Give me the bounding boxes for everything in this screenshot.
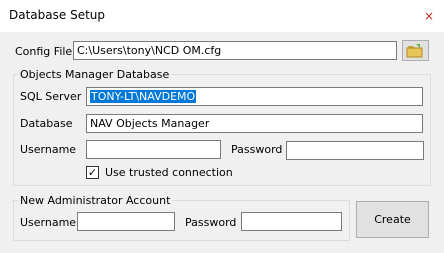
database-field[interactable]: NAV Objects Manager bbox=[86, 114, 423, 133]
close-icon: × bbox=[423, 9, 435, 23]
sql-server-field[interactable]: TONY-LT\NAVDEMO bbox=[86, 87, 423, 106]
admin-password-label: Password bbox=[185, 216, 237, 229]
admin-username-label: Username bbox=[20, 216, 77, 229]
username-field[interactable] bbox=[86, 140, 221, 159]
admin-account-legend: New Administrator Account bbox=[18, 194, 173, 207]
trusted-connection-label[interactable]: Use trusted connection bbox=[105, 166, 233, 179]
objects-manager-legend: Objects Manager Database bbox=[18, 68, 172, 81]
password-field[interactable] bbox=[286, 141, 424, 160]
database-label: Database bbox=[20, 117, 73, 130]
sql-server-value: TONY-LT\NAVDEMO bbox=[90, 90, 197, 103]
trusted-connection-checkbox[interactable]: ✓ bbox=[86, 166, 99, 179]
close-button[interactable]: × bbox=[421, 8, 437, 24]
title-bar: Database Setup × bbox=[0, 0, 444, 32]
create-button[interactable]: Create bbox=[356, 201, 429, 238]
database-value: NAV Objects Manager bbox=[90, 117, 210, 130]
config-file-label: Config File bbox=[15, 45, 73, 58]
folder-open-icon bbox=[406, 44, 423, 58]
admin-username-field[interactable] bbox=[77, 212, 175, 231]
browse-config-button[interactable] bbox=[402, 40, 429, 61]
sql-server-label: SQL Server bbox=[20, 90, 82, 103]
window-title: Database Setup bbox=[9, 8, 105, 22]
admin-password-field[interactable] bbox=[241, 212, 342, 231]
checkmark-icon: ✓ bbox=[87, 166, 98, 179]
config-file-value: C:\Users\tony\NCD OM.cfg bbox=[77, 44, 222, 57]
username-label: Username bbox=[20, 143, 77, 156]
config-file-field[interactable]: C:\Users\tony\NCD OM.cfg bbox=[73, 41, 397, 60]
password-label: Password bbox=[231, 143, 283, 156]
